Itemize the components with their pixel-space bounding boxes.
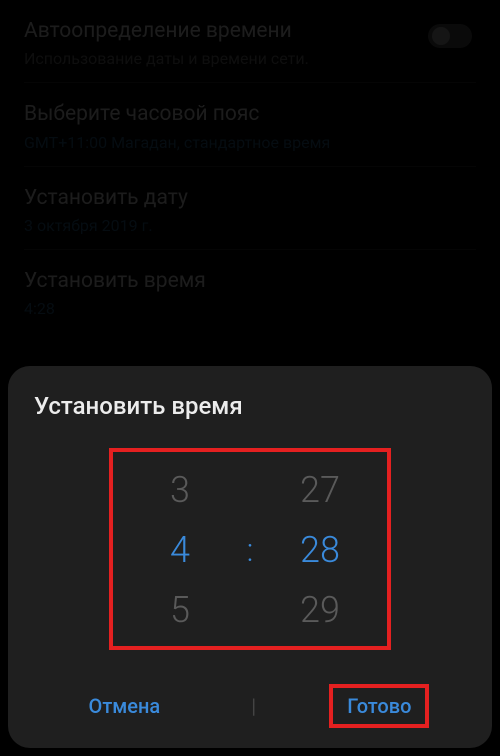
setting-timezone: Выберите часовой пояс GMT+11:00 Магадан,… bbox=[24, 83, 476, 166]
action-divider: | bbox=[251, 694, 256, 718]
picker-row-active[interactable]: 4 : 28 bbox=[131, 520, 369, 580]
setting-time: Установить время 4:28 bbox=[24, 250, 476, 332]
done-button[interactable]: Готово bbox=[329, 684, 429, 728]
setting-title: Установить дату bbox=[24, 185, 476, 212]
setting-subtitle: 3 октября 2019 г. bbox=[24, 216, 476, 235]
cancel-button[interactable]: Отмена bbox=[71, 684, 179, 728]
setting-subtitle: Использование даты и времени сети. bbox=[24, 49, 476, 68]
toggle-knob bbox=[432, 27, 450, 45]
minute-next[interactable]: 29 bbox=[275, 589, 365, 631]
time-picker-highlight: 3 27 4 : 28 5 29 bbox=[109, 448, 391, 650]
auto-time-toggle bbox=[428, 24, 472, 48]
picker-row-prev[interactable]: 3 27 bbox=[131, 460, 369, 520]
dialog-title: Установить время bbox=[34, 392, 466, 420]
minute-selected[interactable]: 28 bbox=[275, 529, 365, 571]
hour-prev[interactable]: 3 bbox=[135, 469, 225, 511]
setting-date: Установить дату 3 октября 2019 г. bbox=[24, 167, 476, 250]
picker-row-next[interactable]: 5 29 bbox=[131, 580, 369, 640]
setting-title: Установить время bbox=[24, 268, 476, 295]
minute-prev[interactable]: 27 bbox=[275, 469, 365, 511]
setting-auto-time: Автоопределение времени Использование да… bbox=[24, 0, 476, 83]
dialog-actions: Отмена | Готово bbox=[34, 678, 466, 728]
setting-subtitle: 4:28 bbox=[24, 299, 476, 318]
hour-selected[interactable]: 4 bbox=[135, 529, 225, 571]
hour-next[interactable]: 5 bbox=[135, 589, 225, 631]
time-separator: : bbox=[225, 531, 275, 569]
setting-subtitle: GMT+11:00 Магадан, стандартное время bbox=[24, 133, 476, 152]
setting-title: Автоопределение времени bbox=[24, 18, 476, 45]
settings-list-background: Автоопределение времени Использование да… bbox=[0, 0, 500, 332]
time-picker-dialog: Установить время 3 27 4 : 28 5 29 Отмена… bbox=[8, 366, 492, 748]
setting-title: Выберите часовой пояс bbox=[24, 101, 476, 128]
